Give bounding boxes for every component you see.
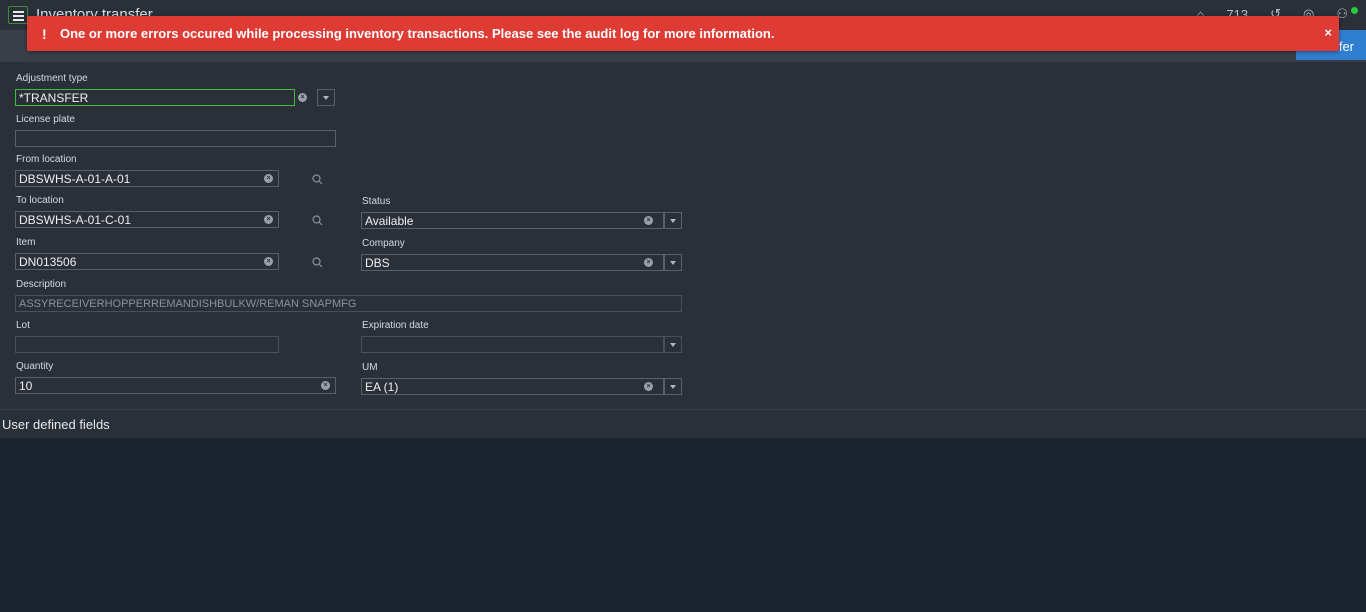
to-location-field[interactable]: DBSWHS-A-01-C-01 [15,211,279,228]
adjustment-type-label: Adjustment type [16,73,88,84]
to-location-label: To location [16,195,64,206]
um-dropdown[interactable] [664,378,682,395]
close-icon[interactable]: × [1324,25,1332,40]
quantity-label: Quantity [16,361,54,372]
adjustment-type-field[interactable]: *TRANSFER [15,89,295,106]
from-location-field[interactable]: DBSWHS-A-01-A-01 [15,170,279,187]
expiration-date-dropdown[interactable] [664,336,682,353]
error-toast: ! One or more errors occured while proce… [27,16,1339,51]
um-label: UM [362,362,378,373]
hamburger-icon[interactable] [8,6,28,24]
status-field[interactable]: Available [361,212,664,229]
clear-icon[interactable]: × [298,93,307,102]
from-location-label: From location [16,154,77,165]
quantity-field[interactable]: 10 [15,377,336,394]
expiration-date-field[interactable] [361,336,664,353]
clear-icon[interactable]: × [264,215,273,224]
exclamation-icon: ! [42,25,47,42]
expiration-date-label: Expiration date [362,320,429,331]
clear-icon[interactable]: × [264,257,273,266]
company-dropdown[interactable] [664,254,682,271]
online-status-indicator [1351,7,1358,14]
adjustment-type-dropdown[interactable] [317,89,335,106]
item-field[interactable]: DN013506 [15,253,279,270]
license-plate-label: License plate [16,114,75,125]
description-field: ASSYRECEIVERHOPPERREMANDISHBULKW/REMAN S… [15,295,682,312]
status-dropdown[interactable] [664,212,682,229]
clear-icon[interactable]: × [644,258,653,267]
clear-icon[interactable]: × [321,381,330,390]
status-label: Status [362,196,391,207]
search-icon[interactable] [312,255,323,268]
error-message: One or more errors occured while process… [60,26,775,41]
search-icon[interactable] [312,172,323,185]
um-field[interactable]: EA (1) [361,378,664,395]
company-field[interactable]: DBS [361,254,664,271]
lot-label: Lot [16,320,30,331]
company-label: Company [362,238,405,249]
clear-icon[interactable]: × [644,382,653,391]
section-title: User defined fields [2,417,110,432]
clear-icon[interactable]: × [264,174,273,183]
clear-icon[interactable]: × [644,216,653,225]
user-defined-fields-section[interactable]: User defined fields [0,409,1366,438]
item-label: Item [16,237,36,248]
description-label: Description [16,279,67,290]
search-icon[interactable] [312,213,323,226]
license-plate-field[interactable] [15,130,336,147]
lot-field[interactable] [15,336,279,353]
transfer-form: Adjustment type *TRANSFER × License plat… [0,62,1366,409]
